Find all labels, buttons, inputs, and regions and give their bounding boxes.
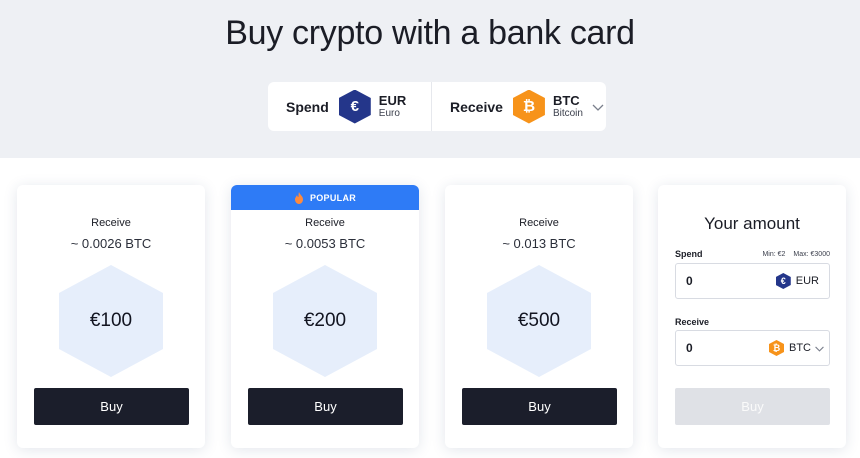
spend-currency-code: EUR: [795, 275, 819, 287]
offer-card-200: POPULAR Receive ~ 0.0053 BTC €200 Buy: [231, 185, 419, 448]
receive-currency-dropdown[interactable]: ₿ BTC: [769, 340, 825, 356]
receive-currency-name: Bitcoin: [552, 108, 583, 119]
offer-price: €500: [487, 265, 591, 377]
spend-amount-value[interactable]: 0: [686, 274, 776, 288]
buy-button[interactable]: Buy: [462, 388, 617, 425]
receive-currency-code: BTC: [552, 93, 580, 108]
receive-field-label: Receive: [675, 317, 710, 327]
offer-card-500: Receive ~ 0.013 BTC €500 Buy: [445, 185, 633, 448]
spend-limits: Min: €2 Max: €3000: [762, 251, 830, 258]
offer-receive-label: Receive: [519, 217, 559, 229]
spend-currency-code: EUR: [378, 93, 407, 108]
custom-amount-title: Your amount: [704, 214, 800, 233]
buy-button[interactable]: Buy: [248, 388, 403, 425]
max-limit: Max: €3000: [793, 251, 830, 258]
buy-button[interactable]: Buy: [34, 388, 189, 425]
spend-currency-name: Euro: [378, 108, 400, 119]
offer-btc-amount: ~ 0.0053 BTC: [284, 236, 366, 251]
chevron-down-icon[interactable]: [814, 343, 825, 354]
spend-currency: EUR Euro: [379, 94, 406, 119]
flame-icon: [294, 191, 303, 204]
spend-currency-selector[interactable]: Spend € EUR Euro: [268, 82, 432, 131]
offer-btc-amount: ~ 0.013 BTC: [502, 236, 576, 251]
chevron-down-icon[interactable]: [591, 100, 605, 114]
euro-icon: €: [338, 89, 371, 124]
buy-button-disabled[interactable]: Buy: [675, 388, 830, 425]
spend-field-label: Spend: [675, 249, 703, 259]
bitcoin-icon: ₿: [512, 89, 545, 124]
hero-section: Buy crypto with a bank card Spend € EUR …: [0, 0, 860, 158]
spend-amount-input[interactable]: 0 € EUR: [675, 263, 830, 299]
receive-label: Receive: [450, 98, 503, 115]
popular-badge: POPULAR: [231, 185, 419, 210]
page-title: Buy crypto with a bank card: [225, 14, 635, 52]
spend-currency-tag: € EUR: [775, 273, 819, 289]
receive-amount-value[interactable]: 0: [686, 341, 769, 355]
receive-currency-code: BTC: [789, 342, 811, 354]
bitcoin-icon: ₿: [769, 340, 784, 356]
spend-label: Spend: [286, 98, 329, 115]
receive-currency: BTC Bitcoin: [553, 94, 583, 119]
currency-picker: Spend € EUR Euro Receive ₿ BTC Bitcoin: [268, 82, 606, 131]
custom-amount-card: Your amount Spend Min: €2 Max: €3000 0 € …: [658, 185, 846, 448]
receive-amount-input[interactable]: 0 ₿ BTC: [675, 330, 830, 366]
offer-btc-amount: ~ 0.0026 BTC: [70, 236, 152, 251]
receive-currency-selector[interactable]: Receive ₿ BTC Bitcoin: [432, 82, 606, 131]
offer-card-100: Receive ~ 0.0026 BTC €100 Buy: [17, 185, 205, 448]
offer-price: €200: [273, 265, 377, 377]
offer-receive-label: Receive: [91, 217, 131, 229]
popular-badge-label: POPULAR: [309, 192, 357, 203]
euro-icon: €: [775, 273, 791, 289]
min-limit: Min: €2: [762, 251, 786, 258]
offer-receive-label: Receive: [305, 217, 345, 229]
offer-price: €100: [59, 265, 163, 377]
